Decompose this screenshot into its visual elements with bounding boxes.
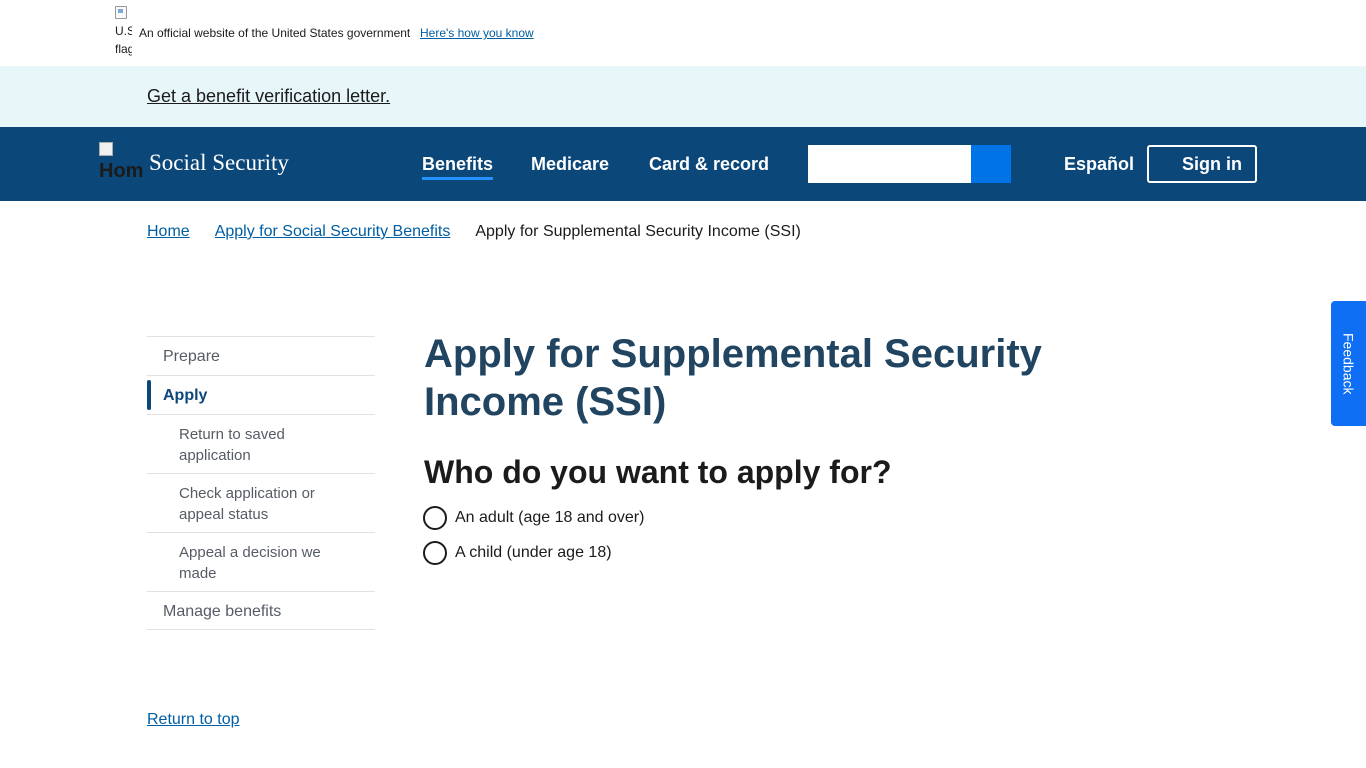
sidenav-item-apply[interactable]: Apply <box>147 375 375 414</box>
radio-label-adult: An adult (age 18 and over) <box>455 509 645 526</box>
nav-medicare[interactable]: Medicare <box>531 154 609 175</box>
site-name[interactable]: Social Security <box>149 150 289 176</box>
feedback-label: Feedback <box>1340 332 1357 395</box>
breadcrumb-home[interactable]: Home <box>147 223 190 241</box>
sidenav-item-return-saved[interactable]: Return to saved application <box>147 414 375 473</box>
radio-circle-icon[interactable] <box>423 506 447 530</box>
flag-alt-text-2: flag <box>115 42 132 56</box>
search-button[interactable] <box>971 145 1011 183</box>
breadcrumb: Home Apply for Social Security Benefits … <box>147 223 801 241</box>
flag-alt-text: U.S. <box>115 24 132 38</box>
logo-alt-text: Home <box>99 160 143 182</box>
sidenav-item-prepare[interactable]: Prepare <box>147 336 375 375</box>
sidenav-item-appeal[interactable]: Appeal a decision we made <box>147 532 375 591</box>
benefit-verification-link[interactable]: Get a benefit verification letter. <box>147 86 390 107</box>
side-nav: Prepare Apply Return to saved applicatio… <box>147 336 375 630</box>
ssa-logo-icon[interactable]: Home <box>99 142 143 186</box>
breadcrumb-apply-benefits[interactable]: Apply for Social Security Benefits <box>215 223 451 241</box>
nav-card-record[interactable]: Card & record <box>649 154 769 175</box>
radio-option-adult[interactable]: An adult (age 18 and over) <box>423 506 644 530</box>
broken-image-icon <box>99 142 113 156</box>
nav-benefits[interactable]: Benefits <box>422 154 494 180</box>
gov-banner-text: An official website of the United States… <box>139 26 411 40</box>
breadcrumb-separator <box>190 223 215 241</box>
site-header: Home Social Security Benefits Medicare C… <box>0 127 1366 201</box>
page-title: Apply for Supplemental Security Income (… <box>424 332 1042 424</box>
breadcrumb-current: Apply for Supplemental Security Income (… <box>475 223 801 240</box>
radio-label-child: A child (under age 18) <box>455 544 612 561</box>
heres-how-you-know-link[interactable]: Here's how you know <box>420 26 534 40</box>
sidenav-item-manage[interactable]: Manage benefits <box>147 591 375 630</box>
radio-circle-icon[interactable] <box>423 541 447 565</box>
espanol-link[interactable]: Español <box>1064 154 1134 175</box>
alert-banner: Get a benefit verification letter. <box>0 66 1366 127</box>
breadcrumb-separator <box>450 223 475 241</box>
return-to-top-link[interactable]: Return to top <box>147 711 240 729</box>
radio-option-child[interactable]: A child (under age 18) <box>423 541 612 565</box>
sign-in-button[interactable]: Sign in <box>1147 145 1257 183</box>
sidenav-item-check-status[interactable]: Check application or appeal status <box>147 473 375 532</box>
feedback-tab[interactable]: Feedback <box>1331 301 1366 426</box>
us-flag-icon: U.S. flag <box>115 6 132 58</box>
broken-image-icon <box>115 6 127 19</box>
search-input[interactable] <box>808 145 971 183</box>
gov-banner: U.S. flag An official website of the Uni… <box>0 0 1366 66</box>
question-heading: Who do you want to apply for? <box>424 454 892 490</box>
